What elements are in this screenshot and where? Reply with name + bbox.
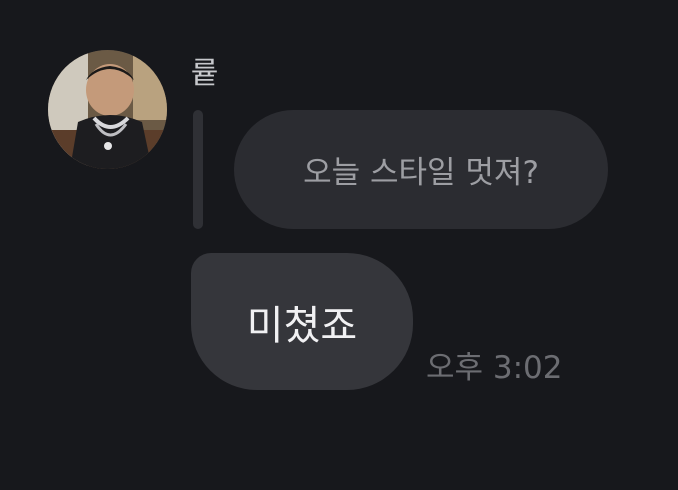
message-timestamp: 오후 3:02 [426,350,563,386]
reply-indicator-bar [193,110,203,229]
chat-thread: 륱 오늘 스타일 멋져? 미쳤죠 오후 3:02 [0,0,678,490]
message-bubble[interactable]: 미쳤죠 [191,253,413,390]
avatar-image [48,50,167,169]
avatar[interactable] [48,50,167,169]
message-text: 미쳤죠 [246,302,358,349]
sender-name: 륱 [191,56,219,91]
quoted-message-text: 오늘 스타일 멋져? [303,155,539,191]
quoted-message-bubble[interactable]: 오늘 스타일 멋져? [234,110,608,229]
